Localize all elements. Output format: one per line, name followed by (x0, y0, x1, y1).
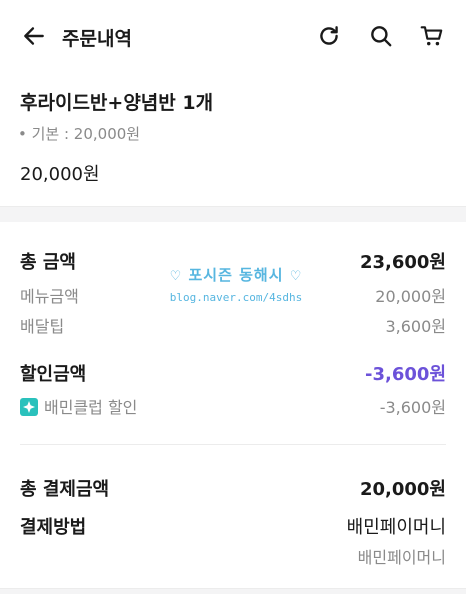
back-button[interactable] (18, 20, 50, 52)
cart-icon (420, 26, 443, 46)
heart-icon: ♡ (289, 269, 303, 284)
payment-method-value: 배민페이머니 (346, 517, 446, 538)
menu-amount-label: 메뉴금액 (20, 287, 79, 306)
club-discount-label: 배민클럽 할인 (44, 398, 138, 417)
payment-method-sub: 배민페이머니 (357, 548, 446, 567)
item-name: 후라이드반+양념반 1개 (20, 92, 214, 114)
payment-total-value: 20,000원 (359, 479, 446, 500)
total-amount-label: 총 금액 (20, 252, 76, 273)
summary-divider (20, 444, 446, 445)
club-discount-row: 배민클럽 할인 -3,600원 (20, 394, 446, 420)
refresh-icon (320, 26, 338, 45)
club-discount-label-wrap: 배민클럽 할인 (20, 394, 137, 418)
delivery-tip-value: 3,600원 (385, 317, 446, 336)
order-item: 후라이드반+양념반 1개 • 기본 : 20,000원 20,000원 (0, 70, 466, 206)
bottom-divider (0, 588, 466, 594)
baemin-club-icon (20, 398, 38, 416)
arrow-left-icon (24, 27, 44, 45)
payment-total-label: 총 결제금액 (20, 479, 110, 500)
payment-method-row: 결제방법 배민페이머니 (20, 513, 446, 539)
item-option: • 기본 : 20,000원 (18, 125, 141, 143)
discount-label: 할인금액 (20, 364, 87, 385)
section-divider (0, 206, 466, 222)
discount-value: -3,600원 (365, 364, 446, 385)
payment-method-label: 결제방법 (20, 517, 87, 538)
app-header: 주문내역 (0, 0, 466, 70)
delivery-tip-label: 배달팁 (20, 317, 65, 336)
search-icon (371, 26, 392, 47)
discount-row: 할인금액 -3,600원 (20, 360, 446, 386)
watermark: ♡ 포시즌 동해시 ♡ blog.naver.com/4sdhs (166, 264, 306, 328)
club-discount-value: -3,600원 (379, 398, 446, 417)
item-price: 20,000원 (20, 164, 100, 185)
payment-method-sub-row: 배민페이머니 (20, 544, 446, 570)
heart-icon: ♡ (169, 269, 183, 284)
cart-button[interactable] (416, 20, 448, 52)
watermark-url: blog.naver.com/4sdhs (169, 291, 303, 304)
menu-amount-value: 20,000원 (375, 287, 446, 306)
total-amount-value: 23,600원 (359, 252, 446, 273)
watermark-title: ♡ 포시즌 동해시 ♡ (169, 266, 303, 284)
payment-total-row: 총 결제금액 20,000원 (20, 475, 446, 501)
search-button[interactable] (365, 20, 397, 52)
page-title: 주문내역 (62, 28, 132, 50)
refresh-button[interactable] (313, 20, 345, 52)
